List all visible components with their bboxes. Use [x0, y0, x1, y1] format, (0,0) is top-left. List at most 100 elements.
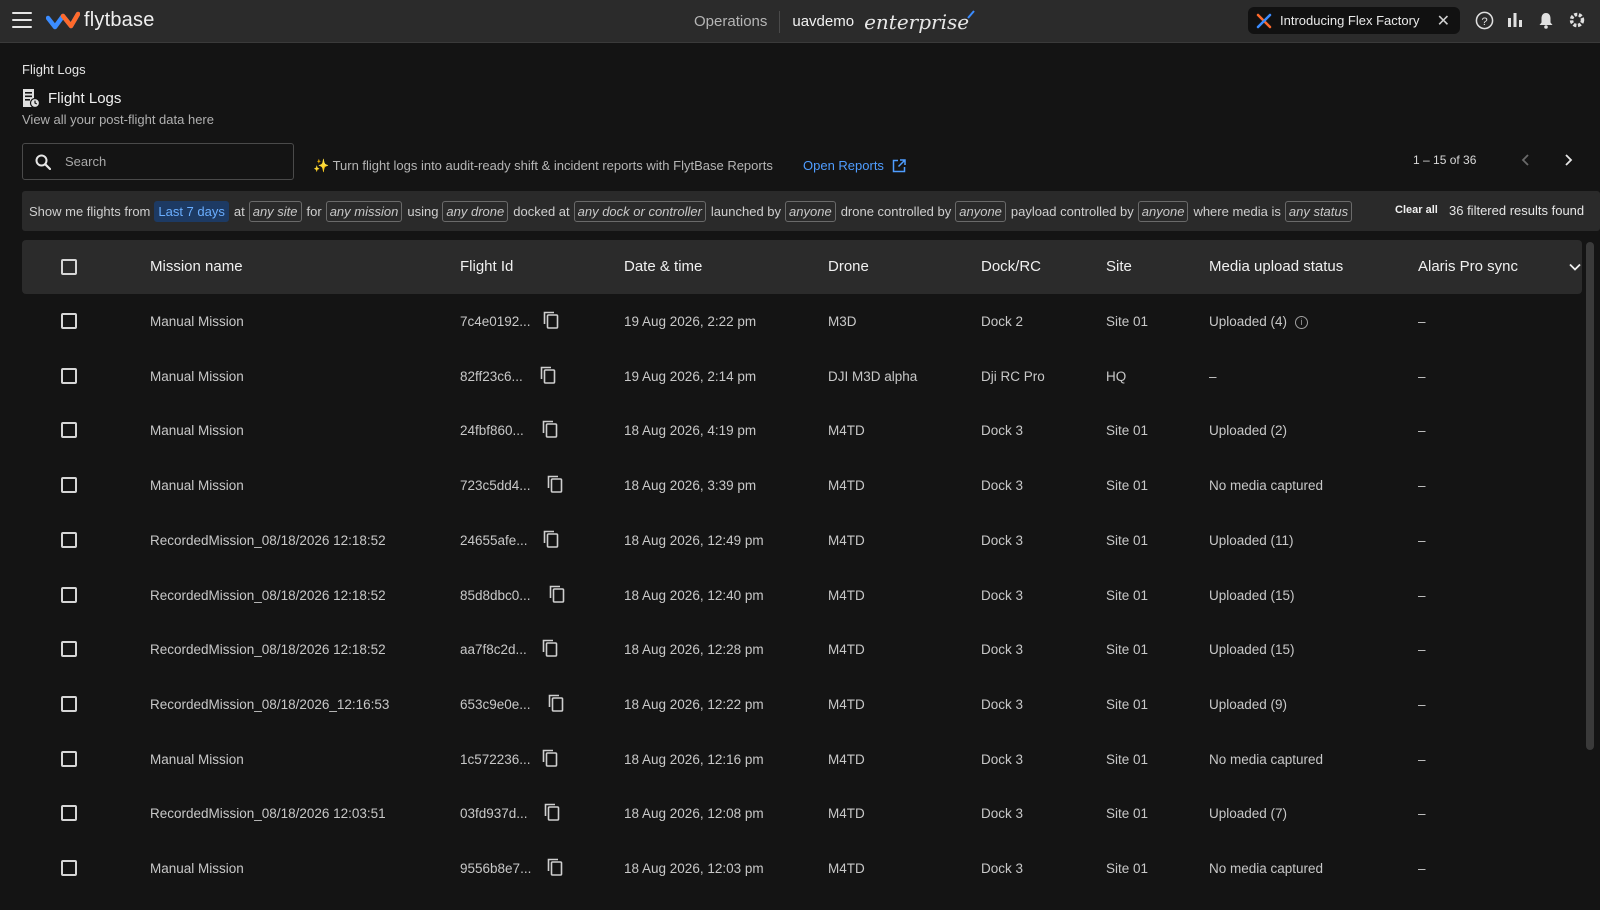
row-checkbox[interactable] — [61, 805, 77, 822]
menu-icon[interactable] — [12, 12, 32, 30]
media-status-filter[interactable]: any status — [1284, 200, 1353, 222]
page-title: Flight Logs — [48, 89, 122, 107]
row-checkbox[interactable] — [61, 695, 77, 712]
flight-id-cell: 1c572236... — [460, 751, 531, 767]
row-checkbox[interactable] — [61, 367, 77, 384]
flex-factory-announcement[interactable]: Introducing Flex Factory ✕ — [1248, 7, 1460, 34]
operations-link[interactable]: Operations — [694, 13, 767, 30]
column-header-date[interactable]: Date & time — [624, 258, 702, 275]
column-header-site[interactable]: Site — [1106, 258, 1132, 275]
copy-icon[interactable] — [540, 366, 556, 384]
flytbase-logo[interactable]: flytbase — [46, 9, 155, 32]
row-checkbox[interactable] — [61, 531, 77, 548]
drone-filter[interactable]: any drone — [442, 200, 509, 222]
copy-icon[interactable] — [542, 749, 558, 767]
copy-icon[interactable] — [549, 585, 565, 603]
drone-controller-filter[interactable]: anyone — [955, 200, 1006, 222]
column-header-sync[interactable]: Alaris Pro sync — [1418, 258, 1518, 275]
dock-cell: Dock 3 — [981, 587, 1024, 603]
column-header-dock[interactable]: Dock/RC — [981, 258, 1041, 275]
column-header-media[interactable]: Media upload status — [1209, 258, 1343, 275]
drone-cell: M4TD — [828, 806, 865, 822]
mission-name-cell: RecordedMission_08/18/2026 12:03:51 — [150, 806, 386, 822]
previous-page-button[interactable] — [1516, 150, 1536, 170]
table-row[interactable]: RecordedMission_08/18/2026 12:18:52 aa7f8… — [22, 622, 1582, 676]
row-checkbox[interactable] — [61, 750, 77, 767]
search-field[interactable] — [22, 143, 294, 180]
search-input[interactable] — [65, 154, 265, 169]
media-status-cell: Uploaded (7) — [1209, 806, 1288, 822]
mission-filter[interactable]: any mission — [325, 200, 403, 222]
payload-controller-filter[interactable]: anyone — [1137, 200, 1189, 222]
chevron-down-icon[interactable] — [1568, 260, 1582, 274]
copy-icon[interactable] — [543, 311, 559, 329]
close-icon[interactable]: ✕ — [1437, 11, 1450, 31]
breadcrumb[interactable]: Flight Logs — [22, 62, 86, 77]
flight-id-cell: 653c9e0e... — [460, 696, 531, 712]
svg-text:?: ? — [1481, 15, 1487, 27]
dock-cell: Dock 3 — [981, 696, 1024, 712]
external-link-icon — [892, 158, 906, 172]
next-page-button[interactable] — [1558, 150, 1578, 170]
dock-filter[interactable]: any dock or controller — [573, 200, 706, 222]
info-icon[interactable]: i — [1295, 316, 1309, 329]
copy-icon[interactable] — [548, 694, 564, 712]
help-icon[interactable]: ? — [1474, 10, 1494, 30]
column-header-mission[interactable]: Mission name — [150, 258, 243, 275]
row-checkbox[interactable] — [61, 477, 77, 494]
table-row[interactable]: RecordedMission_08/18/2026 12:03:51 03fd9… — [22, 786, 1582, 840]
site-cell: Site 01 — [1106, 532, 1149, 548]
select-all-checkbox[interactable] — [61, 259, 77, 275]
drone-cell: M4TD — [828, 642, 865, 658]
drone-cell: DJI M3D alpha — [828, 368, 918, 384]
drone-cell: M4TD — [828, 478, 865, 494]
table-scrollbar[interactable] — [1586, 242, 1594, 750]
copy-icon[interactable] — [543, 530, 559, 548]
table-row[interactable]: RecordedMission_08/18/2026 12:18:52 24655… — [22, 513, 1582, 567]
copy-icon[interactable] — [542, 639, 558, 657]
table-row[interactable]: Manual Mission 9556b8e7... 18 Aug 2026, 12… — [22, 841, 1582, 895]
copy-icon[interactable] — [542, 420, 558, 439]
dock-cell: Dock 3 — [981, 642, 1024, 658]
site-cell: Site 01 — [1106, 587, 1149, 603]
copy-icon[interactable] — [547, 475, 563, 493]
analytics-icon[interactable] — [1505, 10, 1525, 30]
flight-id-cell: 85d8dbc0... — [460, 587, 531, 603]
table-row[interactable]: Manual Mission 723c5dd4... 18 Aug 2026, 3:… — [22, 458, 1582, 512]
table-row[interactable]: Manual Mission 82ff23c6... 19 Aug 2026, 2:… — [22, 349, 1582, 403]
column-header-drone[interactable]: Drone — [828, 258, 869, 275]
table-row[interactable]: RecordedMission_08/18/2026_12:16:53 653c9… — [22, 677, 1582, 731]
table-row[interactable]: Manual Mission 24fbf860... 18 Aug 2026, 4:… — [22, 403, 1582, 457]
clear-all-button[interactable]: Clear all — [1395, 204, 1438, 216]
row-checkbox[interactable] — [61, 422, 77, 439]
row-checkbox[interactable] — [61, 860, 77, 876]
row-checkbox[interactable] — [61, 586, 77, 603]
open-reports-label: Open Reports — [803, 158, 884, 173]
table-row[interactable]: Manual Mission 7c4e0192... 19 Aug 2026, 2:… — [22, 294, 1582, 348]
settings-gear-icon[interactable] — [1567, 10, 1587, 30]
drone-cell: M3D — [828, 314, 857, 329]
column-header-flight-id[interactable]: Flight Id — [460, 258, 513, 275]
row-checkbox[interactable] — [61, 313, 77, 329]
launched-by-filter[interactable]: anyone — [785, 200, 836, 222]
site-cell: Site 01 — [1106, 696, 1149, 712]
copy-icon[interactable] — [544, 803, 560, 822]
table-row[interactable]: RecordedMission_08/18/2026 12:18:52 85d8d… — [22, 568, 1582, 622]
date-time-cell: 18 Aug 2026, 12:22 pm — [624, 696, 764, 712]
flight-id-cell: 9556b8e7... — [460, 861, 532, 876]
date-range-filter[interactable]: Last 7 days — [154, 200, 229, 222]
date-time-cell: 18 Aug 2026, 12:49 pm — [624, 532, 764, 548]
drone-cell: M4TD — [828, 587, 865, 603]
table-row[interactable]: Manual Mission 1c572236... 18 Aug 2026, 12… — [22, 732, 1582, 786]
dock-cell: Dock 3 — [981, 861, 1024, 876]
open-reports-link[interactable]: Open Reports — [803, 158, 906, 173]
site-filter[interactable]: any site — [248, 200, 302, 222]
row-checkbox[interactable] — [61, 641, 77, 658]
alaris-sync-cell: – — [1418, 423, 1426, 439]
copy-icon[interactable] — [547, 858, 563, 876]
notification-bell-icon[interactable] — [1536, 10, 1556, 30]
org-name[interactable]: uavdemo — [792, 13, 854, 30]
filter-text: drone controlled by — [840, 203, 952, 219]
dock-cell: Dock 3 — [981, 806, 1024, 822]
announcement-text: Introducing Flex Factory — [1280, 13, 1420, 28]
